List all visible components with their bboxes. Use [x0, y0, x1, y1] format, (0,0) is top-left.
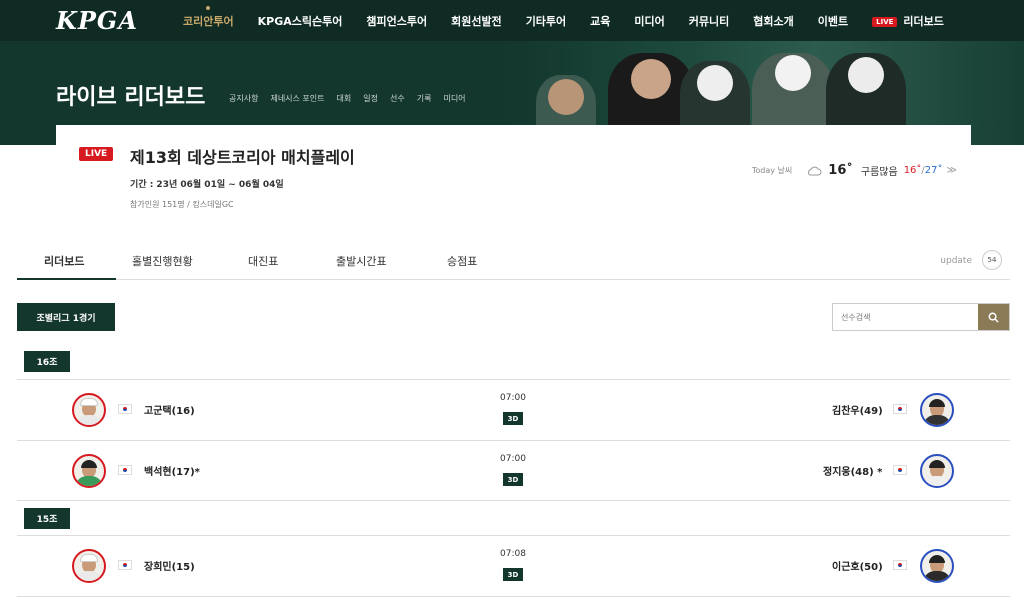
submenu-players[interactable]: 선수: [390, 93, 405, 104]
submenu-schedule[interactable]: 일정: [363, 93, 378, 104]
event-period: 기간 : 23년 06월 01일 ~ 06월 04일: [130, 180, 284, 190]
submenu-records[interactable]: 기록: [417, 93, 432, 104]
search-input[interactable]: [833, 304, 978, 330]
korea-flag-icon: [118, 465, 132, 475]
tab-leaderboard[interactable]: 리더보드: [44, 253, 84, 269]
cloud-icon: [808, 166, 822, 175]
submenu-genesis-point[interactable]: 제네시스 포인트: [270, 93, 324, 104]
match-row[interactable]: 장희민(15) 07:08 3D 이근호(50): [17, 536, 1010, 596]
player-name-left[interactable]: 고군택(16): [144, 402, 195, 417]
group-label: 16조: [24, 351, 70, 372]
weather-more-icon[interactable]: ≫: [947, 165, 957, 176]
weather-widget: Today 날씨 16˚ 구름많음 16˚ / 27˚ ≫: [752, 163, 957, 178]
match-time: 07:00: [500, 454, 526, 464]
main-menu: 코리안투어 KPGA스릭슨투어 챔피언스투어 회원선발전 기타투어 교육 미디어…: [183, 0, 968, 41]
submenu-media[interactable]: 미디어: [443, 93, 465, 104]
live-badge: LIVE: [79, 147, 114, 161]
korea-flag-icon: [118, 404, 132, 414]
menu-item-media[interactable]: 미디어: [634, 13, 664, 29]
update-label: update: [940, 256, 972, 266]
menu-item-event[interactable]: 이벤트: [818, 13, 848, 29]
korea-flag-icon: [893, 560, 907, 570]
korea-flag-icon: [118, 560, 132, 570]
menu-item-champions-tour[interactable]: 챔피언스투어: [366, 13, 427, 29]
menu-item-member-selection[interactable]: 회원선발전: [451, 13, 502, 29]
page-title: 라이브 리더보드: [56, 85, 206, 110]
menu-item-korean-tour[interactable]: 코리안투어: [183, 13, 234, 29]
player-avatar: [920, 454, 954, 488]
match-row[interactable]: 고군택(16) 07:00 3D 김찬우(49): [17, 380, 1010, 440]
event-card: LIVE 제13회 데상트코리아 매치플레이 기간 : 23년 06월 01일 …: [56, 125, 971, 225]
menu-item-leaderboard-label: 리더보드: [903, 14, 944, 28]
menu-item-education[interactable]: 교육: [590, 13, 610, 29]
weather-high: 27˚: [924, 165, 943, 176]
hero-submenu: 공지사항 제네시스 포인트 대회 일정 선수 기록 미디어: [229, 93, 478, 104]
korea-flag-icon: [893, 465, 907, 475]
player-avatar: [72, 549, 106, 583]
match-row[interactable]: 백석현(17)* 07:00 3D 정지웅(48) *: [17, 441, 1010, 501]
tab-tee-times[interactable]: 출발시간표: [336, 253, 387, 269]
weather-low: 16˚: [903, 165, 922, 176]
tab-hole-progress[interactable]: 홀별진행현황: [132, 253, 193, 269]
event-info: 참가인원 151명 / 킹스데일GC: [130, 200, 234, 209]
divider: [17, 596, 1010, 597]
player-search: [832, 303, 1010, 331]
tab-bracket[interactable]: 대진표: [248, 253, 278, 269]
korea-flag-icon: [893, 404, 907, 414]
3d-view-badge[interactable]: 3D: [503, 568, 523, 581]
player-avatar: [72, 454, 106, 488]
player-name-left[interactable]: 백석현(17)*: [144, 463, 200, 478]
divider: [17, 500, 1010, 501]
weather-temp: 16˚: [828, 163, 853, 178]
match-time: 07:00: [500, 393, 526, 403]
active-tab-indicator: [17, 278, 116, 280]
weather-condition: 구름많음: [860, 167, 898, 178]
player-avatar: [72, 393, 106, 427]
player-name-right[interactable]: 정지웅(48) *: [823, 463, 882, 478]
menu-item-leaderboard[interactable]: LIVE 리더보드: [872, 13, 944, 29]
search-icon: [988, 312, 999, 323]
player-name-right[interactable]: 김찬우(49): [832, 402, 883, 417]
submenu-tournament[interactable]: 대회: [337, 93, 352, 104]
menu-item-other-tour[interactable]: 기타투어: [526, 13, 566, 29]
3d-view-badge[interactable]: 3D: [503, 412, 523, 425]
player-avatar: [920, 549, 954, 583]
tab-points[interactable]: 승점표: [447, 253, 477, 269]
submenu-notice[interactable]: 공지사항: [229, 93, 258, 104]
player-avatar: [920, 393, 954, 427]
league-round-button[interactable]: 조별리그 1경기: [17, 303, 115, 331]
menu-item-community[interactable]: 커뮤니티: [689, 13, 729, 29]
menu-item-about[interactable]: 협회소개: [753, 13, 793, 29]
menu-item-srixon-tour[interactable]: KPGA스릭슨투어: [258, 13, 343, 29]
top-navigation: KPGA 코리안투어 KPGA스릭슨투어 챔피언스투어 회원선발전 기타투어 교…: [0, 0, 1024, 41]
search-button[interactable]: [978, 304, 1009, 330]
live-mini-badge: LIVE: [872, 16, 898, 27]
leaderboard-tabs: 리더보드 홀별진행현황 대진표 출발시간표 승점표 update 54: [17, 241, 1010, 280]
event-title: 제13회 데상트코리아 매치플레이: [130, 148, 355, 167]
3d-view-badge[interactable]: 3D: [503, 473, 523, 486]
update-countdown[interactable]: 54: [982, 250, 1002, 270]
player-name-left[interactable]: 장희민(15): [144, 558, 195, 573]
player-name-right[interactable]: 이근호(50): [832, 558, 883, 573]
group-label: 15조: [24, 508, 70, 529]
match-time: 07:08: [500, 549, 526, 559]
weather-today-label: Today 날씨: [751, 166, 793, 175]
kpga-logo[interactable]: KPGA: [56, 6, 138, 35]
